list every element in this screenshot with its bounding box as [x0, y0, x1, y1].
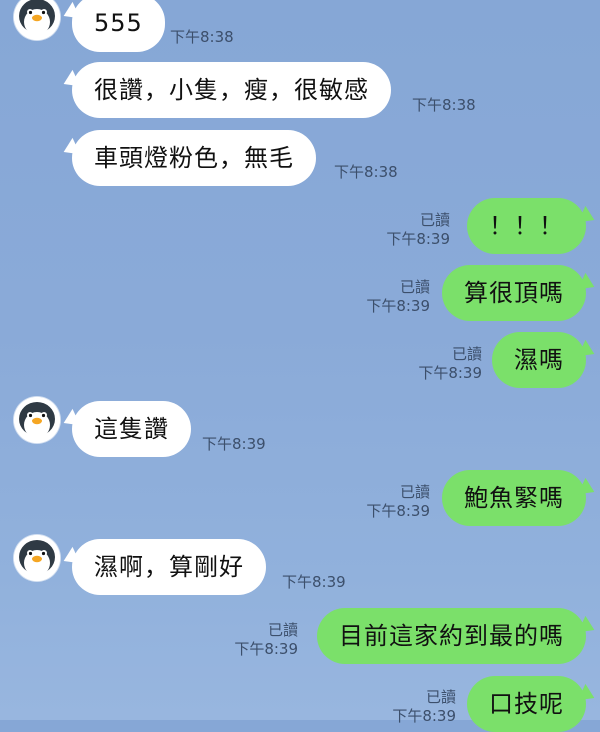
- message-meta: 已讀 下午8:39: [366, 278, 430, 316]
- incoming-message[interactable]: 555: [72, 0, 165, 52]
- message-timestamp: 下午8:38: [412, 96, 476, 114]
- penguin-icon: [14, 397, 60, 443]
- message-meta: 已讀 下午8:39: [366, 483, 430, 521]
- outgoing-message[interactable]: 目前這家約到最的嗎: [317, 608, 586, 664]
- incoming-message[interactable]: 車頭燈粉色，無毛: [72, 130, 316, 186]
- incoming-message[interactable]: 這隻讚: [72, 401, 191, 457]
- outgoing-message[interactable]: 濕嗎: [492, 332, 586, 388]
- penguin-icon: [14, 535, 60, 581]
- message-timestamp: 下午8:39: [392, 707, 456, 725]
- message-timestamp: 下午8:38: [170, 28, 234, 46]
- contact-avatar[interactable]: [14, 535, 60, 581]
- outgoing-message[interactable]: ！！！: [467, 198, 586, 254]
- read-receipt: 已讀: [451, 345, 482, 363]
- contact-avatar[interactable]: [14, 397, 60, 443]
- read-receipt: 已讀: [267, 621, 298, 639]
- message-timestamp: 下午8:39: [282, 573, 346, 591]
- read-receipt: 已讀: [419, 211, 450, 229]
- outgoing-message[interactable]: 口技呢: [467, 676, 586, 732]
- outgoing-message[interactable]: 鮑魚緊嗎: [442, 470, 586, 526]
- message-meta: 已讀 下午8:39: [234, 621, 298, 659]
- read-receipt: 已讀: [399, 483, 430, 501]
- chat-area: 555 下午8:38 很讚，小隻，瘦，很敏感 下午8:38 車頭燈粉色，無毛 下…: [0, 0, 600, 732]
- incoming-message[interactable]: 很讚，小隻，瘦，很敏感: [72, 62, 391, 118]
- message-timestamp: 下午8:39: [366, 297, 430, 315]
- message-meta: 已讀 下午8:39: [386, 211, 450, 249]
- message-timestamp: 下午8:39: [234, 640, 298, 658]
- penguin-icon: [14, 0, 60, 40]
- message-timestamp: 下午8:39: [366, 502, 430, 520]
- message-timestamp: 下午8:39: [386, 230, 450, 248]
- contact-avatar[interactable]: [14, 0, 60, 40]
- incoming-message[interactable]: 濕啊，算剛好: [72, 539, 266, 595]
- read-receipt: 已讀: [399, 278, 430, 296]
- outgoing-message[interactable]: 算很頂嗎: [442, 265, 586, 321]
- message-timestamp: 下午8:39: [418, 364, 482, 382]
- message-timestamp: 下午8:39: [202, 435, 266, 453]
- message-meta: 已讀 下午8:39: [418, 345, 482, 383]
- read-receipt: 已讀: [425, 688, 456, 706]
- message-meta: 已讀 下午8:39: [392, 688, 456, 726]
- message-timestamp: 下午8:38: [334, 163, 398, 181]
